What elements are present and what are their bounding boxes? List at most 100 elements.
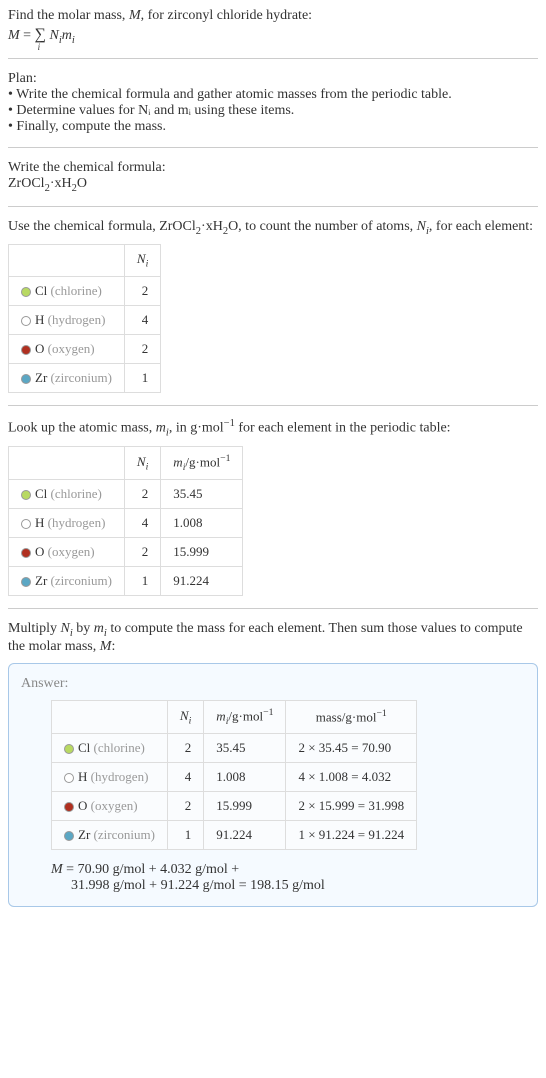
element-symbol: O <box>78 798 87 813</box>
element-symbol: H <box>35 312 44 327</box>
element-name: (zirconium) <box>94 827 155 842</box>
n-value: 2 <box>124 480 160 509</box>
element-symbol: Cl <box>35 283 47 298</box>
element-symbol: O <box>35 544 44 559</box>
multiply-block: Multiply Ni by mi to compute the mass fo… <box>8 621 538 655</box>
final-line1: = 70.90 g/mol + 4.032 g/mol + <box>63 862 240 877</box>
divider <box>8 58 538 59</box>
n-value: 2 <box>167 792 203 821</box>
divider <box>8 206 538 207</box>
formula-eq: = <box>20 28 35 43</box>
formula-m-sub: i <box>72 35 75 46</box>
n-value: 1 <box>124 567 160 596</box>
element-name: (chlorine) <box>51 486 102 501</box>
element-name: (chlorine) <box>51 283 102 298</box>
plan-item: • Determine values for Nᵢ and mᵢ using t… <box>8 103 538 119</box>
cf-end: O <box>77 176 87 191</box>
table-row: Zr (zirconium) 1 <box>9 363 161 392</box>
ca-d: , for each element: <box>429 219 533 234</box>
element-name: (oxygen) <box>48 341 95 356</box>
table-row: Zr (zirconium) 1 91.224 1 × 91.224 = 91.… <box>52 821 417 850</box>
answer-label: Answer: <box>21 676 525 692</box>
mass-value: 4 × 1.008 = 4.032 <box>286 763 417 792</box>
am-b: , in g·mol <box>169 421 224 436</box>
m-value: 35.45 <box>161 480 243 509</box>
mass-value: 2 × 15.999 = 31.998 <box>286 792 417 821</box>
table-row: H (hydrogen) 4 1.008 4 × 1.008 = 4.032 <box>52 763 417 792</box>
table-row: H (hydrogen) 4 1.008 <box>9 509 243 538</box>
write-formula-heading: Write the chemical formula: <box>8 160 538 176</box>
header-element <box>9 447 125 480</box>
n-value: 4 <box>124 509 160 538</box>
ca-c: O, to count the number of atoms, <box>228 219 417 234</box>
ca-a: Use the chemical formula, ZrOCl <box>8 219 196 234</box>
n-value: 2 <box>124 334 160 363</box>
m-var: M <box>129 8 141 23</box>
divider <box>8 405 538 406</box>
header-element <box>52 701 168 734</box>
mass-value: 2 × 35.45 = 70.90 <box>286 734 417 763</box>
element-swatch <box>64 744 74 754</box>
table-row: H (hydrogen) 4 <box>9 305 161 334</box>
element-name: (zirconium) <box>51 573 112 588</box>
n-value: 4 <box>167 763 203 792</box>
element-swatch <box>64 773 74 783</box>
final-M: M <box>51 862 63 877</box>
element-symbol: O <box>35 341 44 356</box>
element-name: (hydrogen) <box>48 515 106 530</box>
intro-block: Find the molar mass, M, for zirconyl chl… <box>8 8 538 46</box>
element-name: (chlorine) <box>94 740 145 755</box>
intro-text: Find the molar mass, <box>8 8 129 23</box>
element-symbol: Zr <box>35 573 47 588</box>
count-atoms-table: Ni Cl (chlorine) 2 H (hydrogen) 4 O (oxy… <box>8 244 161 393</box>
intro-formula: M = ∑i Nimi <box>8 26 538 46</box>
element-name: (hydrogen) <box>91 769 149 784</box>
element-name: (hydrogen) <box>48 312 106 327</box>
element-swatch <box>64 802 74 812</box>
element-swatch <box>21 548 31 558</box>
element-swatch <box>21 287 31 297</box>
final-result: M = 70.90 g/mol + 4.032 g/mol + 31.998 g… <box>51 862 525 894</box>
cf-a: ZrOCl <box>8 176 45 191</box>
plan-heading: Plan: <box>8 71 538 87</box>
am-sup: −1 <box>224 418 235 429</box>
table-row: O (oxygen) 2 <box>9 334 161 363</box>
formula-n: N <box>46 28 59 43</box>
ca-b: ·xH <box>201 219 223 234</box>
element-swatch <box>21 490 31 500</box>
n-value: 2 <box>124 276 160 305</box>
m-value: 1.008 <box>204 763 286 792</box>
ca-nvar: N <box>417 219 426 234</box>
table-header-row: Ni mi/g·mol−1 <box>9 447 243 480</box>
m-value: 91.224 <box>161 567 243 596</box>
answer-box: Answer: Ni mi/g·mol−1 mass/g·mol−1 Cl (c… <box>8 663 538 907</box>
n-value: 2 <box>167 734 203 763</box>
table-header-row: Ni <box>9 245 161 277</box>
n-value: 1 <box>167 821 203 850</box>
divider <box>8 608 538 609</box>
mult-b: by <box>73 621 94 636</box>
element-symbol: H <box>35 515 44 530</box>
n-value: 2 <box>124 538 160 567</box>
header-n: Ni <box>124 447 160 480</box>
element-swatch <box>21 316 31 326</box>
table-row: Cl (chlorine) 2 <box>9 276 161 305</box>
sum-sign: ∑ <box>35 26 46 43</box>
cf-mid: ·xH <box>50 176 72 191</box>
table-row: Cl (chlorine) 2 35.45 2 × 35.45 = 70.90 <box>52 734 417 763</box>
plan-item: • Write the chemical formula and gather … <box>8 87 538 103</box>
final-line2: 31.998 g/mol + 91.224 g/mol = 198.15 g/m… <box>71 878 525 894</box>
element-swatch <box>21 577 31 587</box>
atomic-mass-text: Look up the atomic mass, mi, in g·mol−1 … <box>8 418 538 438</box>
m-value: 35.45 <box>204 734 286 763</box>
element-name: (oxygen) <box>48 544 95 559</box>
n-value: 4 <box>124 305 160 334</box>
element-name: (oxygen) <box>91 798 138 813</box>
m-value: 15.999 <box>204 792 286 821</box>
atomic-mass-block: Look up the atomic mass, mi, in g·mol−1 … <box>8 418 538 596</box>
header-element <box>9 245 125 277</box>
element-swatch <box>64 831 74 841</box>
plan-item: • Finally, compute the mass. <box>8 119 538 135</box>
header-m: mi/g·mol−1 <box>204 701 286 734</box>
formula-lhs: M <box>8 28 20 43</box>
